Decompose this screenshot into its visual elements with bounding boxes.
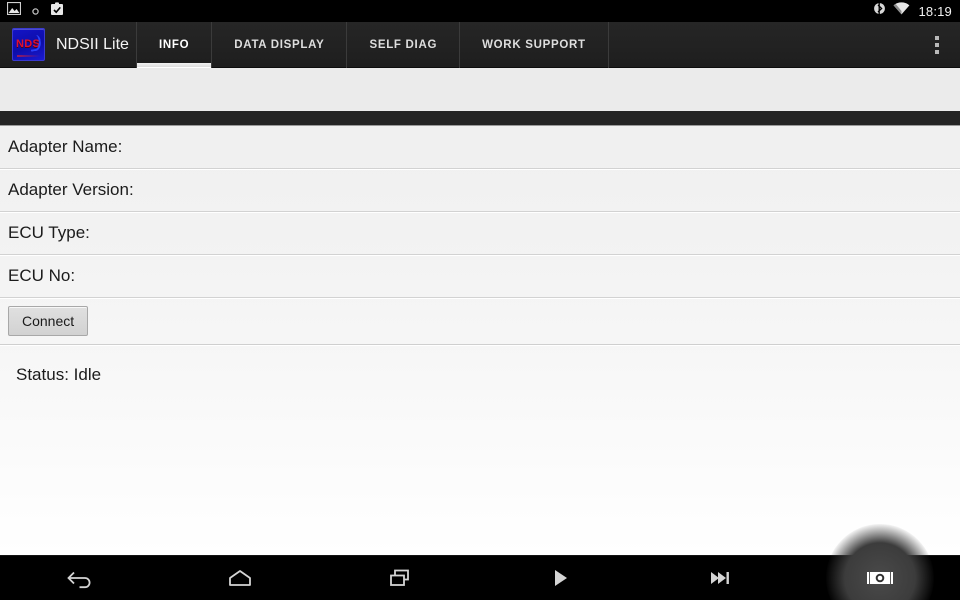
dot-icon [32, 2, 39, 20]
screenshot-image-icon [6, 1, 22, 20]
overflow-dot [935, 35, 939, 40]
status-bar: 18:19 [0, 0, 960, 22]
recents-icon [390, 569, 409, 586]
table-row[interactable]: ECU Type: [0, 212, 960, 255]
ecu-no-label: ECU No: [8, 266, 76, 285]
overflow-dot [935, 49, 939, 54]
tab-data-display-label: DATA DISPLAY [234, 38, 325, 51]
status-text: Status: Idle [16, 365, 102, 384]
tab-info[interactable]: INFO [136, 21, 213, 68]
nav-home-button[interactable] [160, 556, 320, 600]
bluetooth-icon [874, 1, 886, 21]
status-bar-right-icons: 18:19 [874, 1, 960, 21]
app-brand: NDS NDSII Lite [0, 28, 136, 61]
tab-data-display[interactable]: DATA DISPLAY [212, 21, 348, 68]
overflow-dot [935, 42, 939, 47]
camera-screenshot-icon [867, 572, 893, 584]
content-top-gap [0, 68, 960, 111]
ecu-type-label: ECU Type: [8, 223, 90, 242]
adapter-version-label: Adapter Version: [8, 180, 134, 199]
main-content: Adapter Name: Adapter Version: ECU Type:… [0, 68, 960, 555]
tab-info-label: INFO [159, 38, 190, 51]
tab-self-diag-label: SELF DIAG [369, 38, 438, 51]
tab-work-support-label: WORK SUPPORT [482, 38, 586, 51]
table-row[interactable]: Adapter Name: [0, 126, 960, 169]
table-row[interactable]: ECU No: [0, 255, 960, 298]
action-bar: NDS NDSII Lite INFO DATA DISPLAY SELF DI… [0, 21, 960, 68]
tab-self-diag[interactable]: SELF DIAG [347, 21, 461, 68]
home-icon [229, 570, 251, 586]
connect-button[interactable]: Connect [8, 306, 89, 336]
overflow-menu-icon[interactable] [914, 22, 960, 68]
nav-skip-forward-button[interactable] [640, 556, 800, 600]
adapter-name-label: Adapter Name: [8, 137, 123, 156]
tab-work-support[interactable]: WORK SUPPORT [460, 21, 609, 68]
play-icon [555, 570, 567, 586]
skip-forward-icon [711, 572, 729, 584]
section-divider-bar [0, 111, 960, 126]
status-bar-clock: 18:19 [918, 3, 952, 19]
android-screen: 18:19 NDS NDSII Lite INFO DATA DISPLAY S… [0, 0, 960, 600]
nav-recents-button[interactable] [320, 556, 480, 600]
navigation-bar [0, 555, 960, 600]
table-row[interactable]: Adapter Version: [0, 169, 960, 212]
app-logo-icon: NDS [12, 28, 45, 61]
status-line: Status: Idle [0, 345, 960, 385]
nav-camera-screenshot-button[interactable] [800, 556, 960, 600]
clipboard-check-icon [50, 1, 64, 21]
logo-underline [17, 55, 40, 57]
tab-bar: INFO DATA DISPLAY SELF DIAG WORK SUPPORT [136, 21, 609, 68]
connect-button-row: Connect [0, 298, 960, 345]
status-bar-left-icons [0, 1, 64, 21]
nav-play-button[interactable] [480, 556, 640, 600]
app-title: NDSII Lite [56, 35, 129, 53]
nav-back-button[interactable] [0, 556, 160, 600]
wifi-icon [893, 2, 910, 20]
back-icon [67, 571, 91, 589]
